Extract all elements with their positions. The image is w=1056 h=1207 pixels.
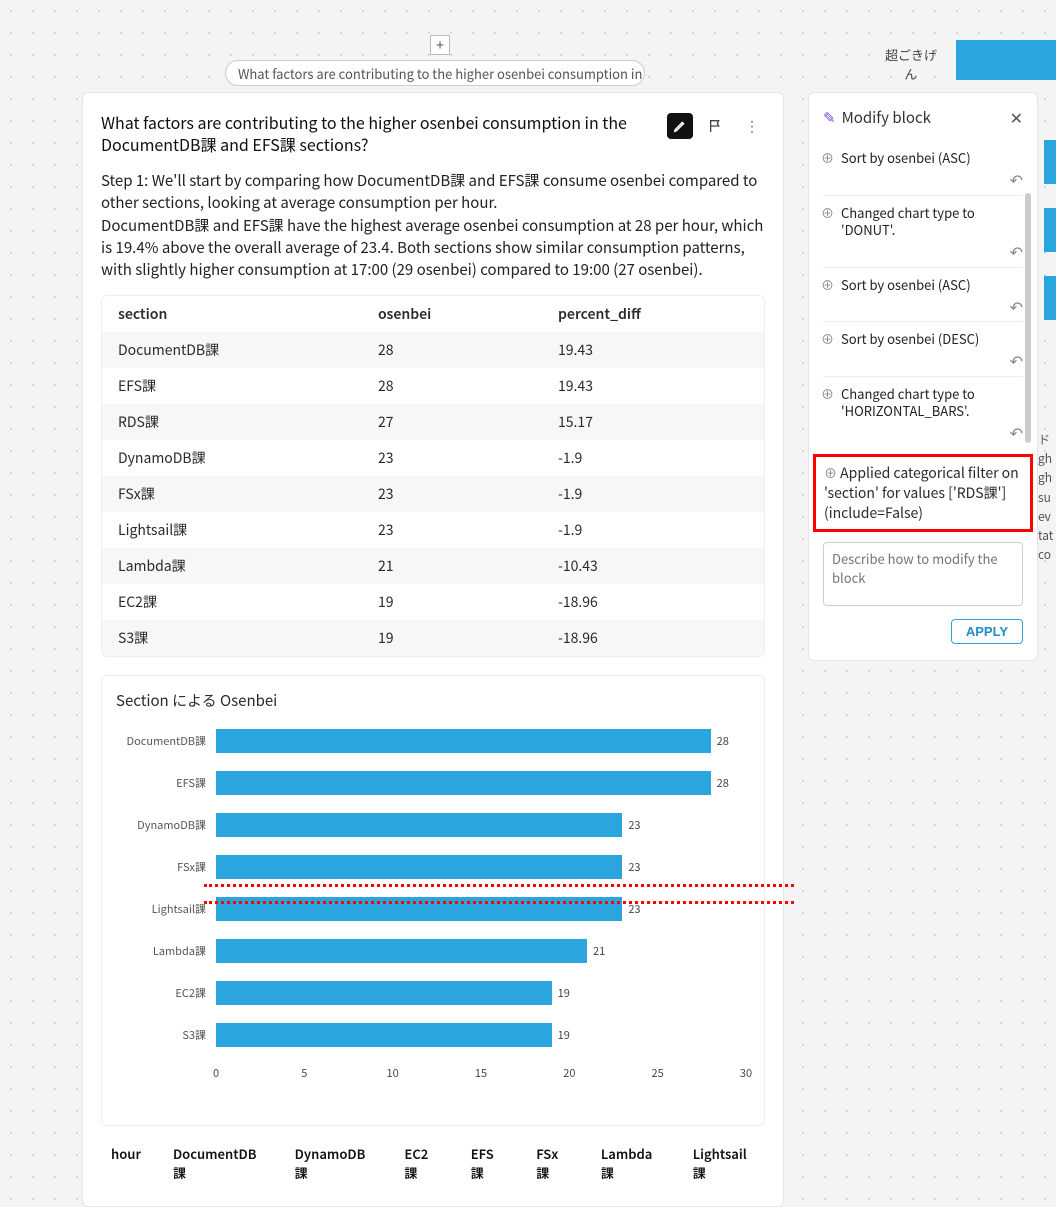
bar-value: 23 (622, 897, 640, 921)
wand-icon: ✎ (823, 107, 836, 128)
card-title: What factors are contributing to the hig… (101, 111, 667, 156)
history-text: Sort by osenbei (ASC) (823, 149, 1023, 167)
x-tick: 10 (387, 1065, 399, 1081)
chart-bar[interactable]: EFS課 28 (216, 767, 750, 799)
edit-icon[interactable] (667, 113, 693, 139)
modify-input[interactable] (823, 542, 1023, 606)
color-swatch (956, 40, 1056, 80)
table-row: Lambda課21-10.43 (102, 548, 764, 584)
analysis-card: What factors are contributing to the hig… (82, 92, 784, 1207)
legend-item: DocumentDB課 (173, 1144, 263, 1182)
x-tick: 0 (213, 1065, 219, 1081)
chart-card: Section による Osenbei DocumentDB課 28 EFS課 … (101, 675, 765, 1126)
chart-title: Section による Osenbei (116, 690, 750, 711)
chart-bar[interactable]: FSx課 23 (216, 851, 750, 883)
history-item: ⊕ Sort by osenbei (DESC) ↶ (823, 322, 1023, 377)
table-row: FSx課23-1.9 (102, 476, 764, 512)
undo-icon[interactable]: ↶ (1010, 422, 1023, 444)
action-icon: ⊕ (821, 276, 834, 294)
undo-icon[interactable]: ↶ (1010, 169, 1023, 191)
table-row: S3課19-18.96 (102, 620, 764, 656)
bar-label: EC2課 (116, 985, 212, 1001)
table-row: EFS課2819.43 (102, 368, 764, 404)
panel-scrollbar[interactable] (1025, 193, 1031, 443)
close-icon[interactable]: ✕ (1010, 105, 1023, 129)
apply-button[interactable]: APPLY (951, 619, 1023, 644)
panel-title: Modify block (842, 107, 931, 128)
history-item: ⊕ Sort by osenbei (ASC) ↶ (823, 268, 1023, 323)
chart-bar[interactable]: Lightsail課 23 (216, 893, 750, 925)
bar-label: EFS課 (116, 775, 212, 791)
bar-value: 19 (552, 981, 570, 1005)
bar-label: DynamoDB課 (116, 817, 212, 833)
legend-item: EFS課 (471, 1144, 504, 1182)
history-text: Changed chart type to 'DONUT'. (823, 204, 1023, 239)
filter-icon: ⊕ (824, 463, 837, 482)
results-table: sectionosenbeipercent_diff DocumentDB課28… (101, 295, 765, 657)
highlighted-action: ⊕ Applied categorical filter on 'section… (813, 454, 1033, 532)
dataset-label: 超ごきげん (881, 45, 941, 83)
table-row: RDS課2715.17 (102, 404, 764, 440)
table-row: EC2課19-18.96 (102, 584, 764, 620)
highlighted-text: Applied categorical filter on 'section' … (824, 463, 1019, 523)
x-tick: 15 (475, 1065, 487, 1081)
flag-icon[interactable] (703, 113, 729, 139)
table-header: sectionosenbeipercent_diff (102, 296, 764, 332)
action-icon: ⊕ (821, 330, 834, 348)
bar-label: Lightsail課 (116, 901, 212, 917)
table-row: DocumentDB課2819.43 (102, 332, 764, 368)
modify-block-panel: ✎ Modify block ✕ ⊕ Sort by osenbei (ASC)… (808, 92, 1038, 661)
query-pill[interactable]: What factors are contributing to the hig… (225, 60, 645, 86)
x-tick: 5 (301, 1065, 307, 1081)
chart-bar[interactable]: S3課 19 (216, 1019, 750, 1051)
bar-value: 28 (711, 771, 729, 795)
history-item: ⊕ Changed chart type to 'DONUT'. ↶ (823, 196, 1023, 268)
bar-label: DocumentDB課 (116, 733, 212, 749)
action-icon: ⊕ (821, 385, 834, 403)
bar-label: Lambda課 (116, 943, 212, 959)
add-block-button[interactable]: + (430, 35, 450, 55)
offscreen-swatches (1044, 140, 1056, 344)
history-text: Sort by osenbei (DESC) (823, 330, 1023, 348)
x-tick: 30 (740, 1065, 752, 1081)
legend-item: Lightsail課 (693, 1144, 755, 1182)
bar-value: 23 (622, 855, 640, 879)
chart-bar[interactable]: DynamoDB課 23 (216, 809, 750, 841)
undo-icon[interactable]: ↶ (1010, 296, 1023, 318)
history-item: ⊕ Sort by osenbei (ASC) ↶ (823, 141, 1023, 196)
legend-item: EC2課 (404, 1144, 438, 1182)
bar-label: FSx課 (116, 859, 212, 875)
legend-item: DynamoDB課 (295, 1144, 373, 1182)
bar-value: 23 (622, 813, 640, 837)
x-tick: 20 (563, 1065, 575, 1081)
history-text: Sort by osenbei (ASC) (823, 276, 1023, 294)
summary-text: DocumentDB課 and EFS課 have the highest av… (101, 215, 765, 280)
history-item: ⊕ Changed chart type to 'HORIZONTAL_BARS… (823, 377, 1023, 448)
chart-bar[interactable]: EC2課 19 (216, 977, 750, 1009)
bar-label: S3課 (116, 1027, 212, 1043)
legend-item: hour (111, 1144, 141, 1182)
chart-bar[interactable]: Lambda課 21 (216, 935, 750, 967)
bar-value: 28 (711, 729, 729, 753)
query-pill-text: What factors are contributing to the hig… (238, 64, 645, 83)
action-icon: ⊕ (821, 204, 834, 222)
step-text: Step 1: We'll start by comparing how Doc… (101, 170, 765, 214)
legend-item: Lambda課 (601, 1144, 661, 1182)
more-icon[interactable]: ⋮ (739, 113, 765, 139)
chart-bar[interactable]: DocumentDB課 28 (216, 725, 750, 757)
action-icon: ⊕ (821, 149, 834, 167)
undo-icon[interactable]: ↶ (1010, 241, 1023, 263)
undo-icon[interactable]: ↶ (1010, 350, 1023, 372)
history-text: Changed chart type to 'HORIZONTAL_BARS'. (823, 385, 1023, 420)
bar-value: 19 (552, 1023, 570, 1047)
hour-legend: hour DocumentDB課 DynamoDB課 EC2課 EFS課 FSx課 Lamb… (101, 1126, 765, 1206)
table-row: Lightsail課23-1.9 (102, 512, 764, 548)
table-row: DynamoDB課23-1.9 (102, 440, 764, 476)
offscreen-text: ドghghsuevtatco (1038, 430, 1056, 564)
x-tick: 25 (652, 1065, 664, 1081)
legend-item: FSx課 (536, 1144, 569, 1182)
bar-value: 21 (587, 939, 605, 963)
